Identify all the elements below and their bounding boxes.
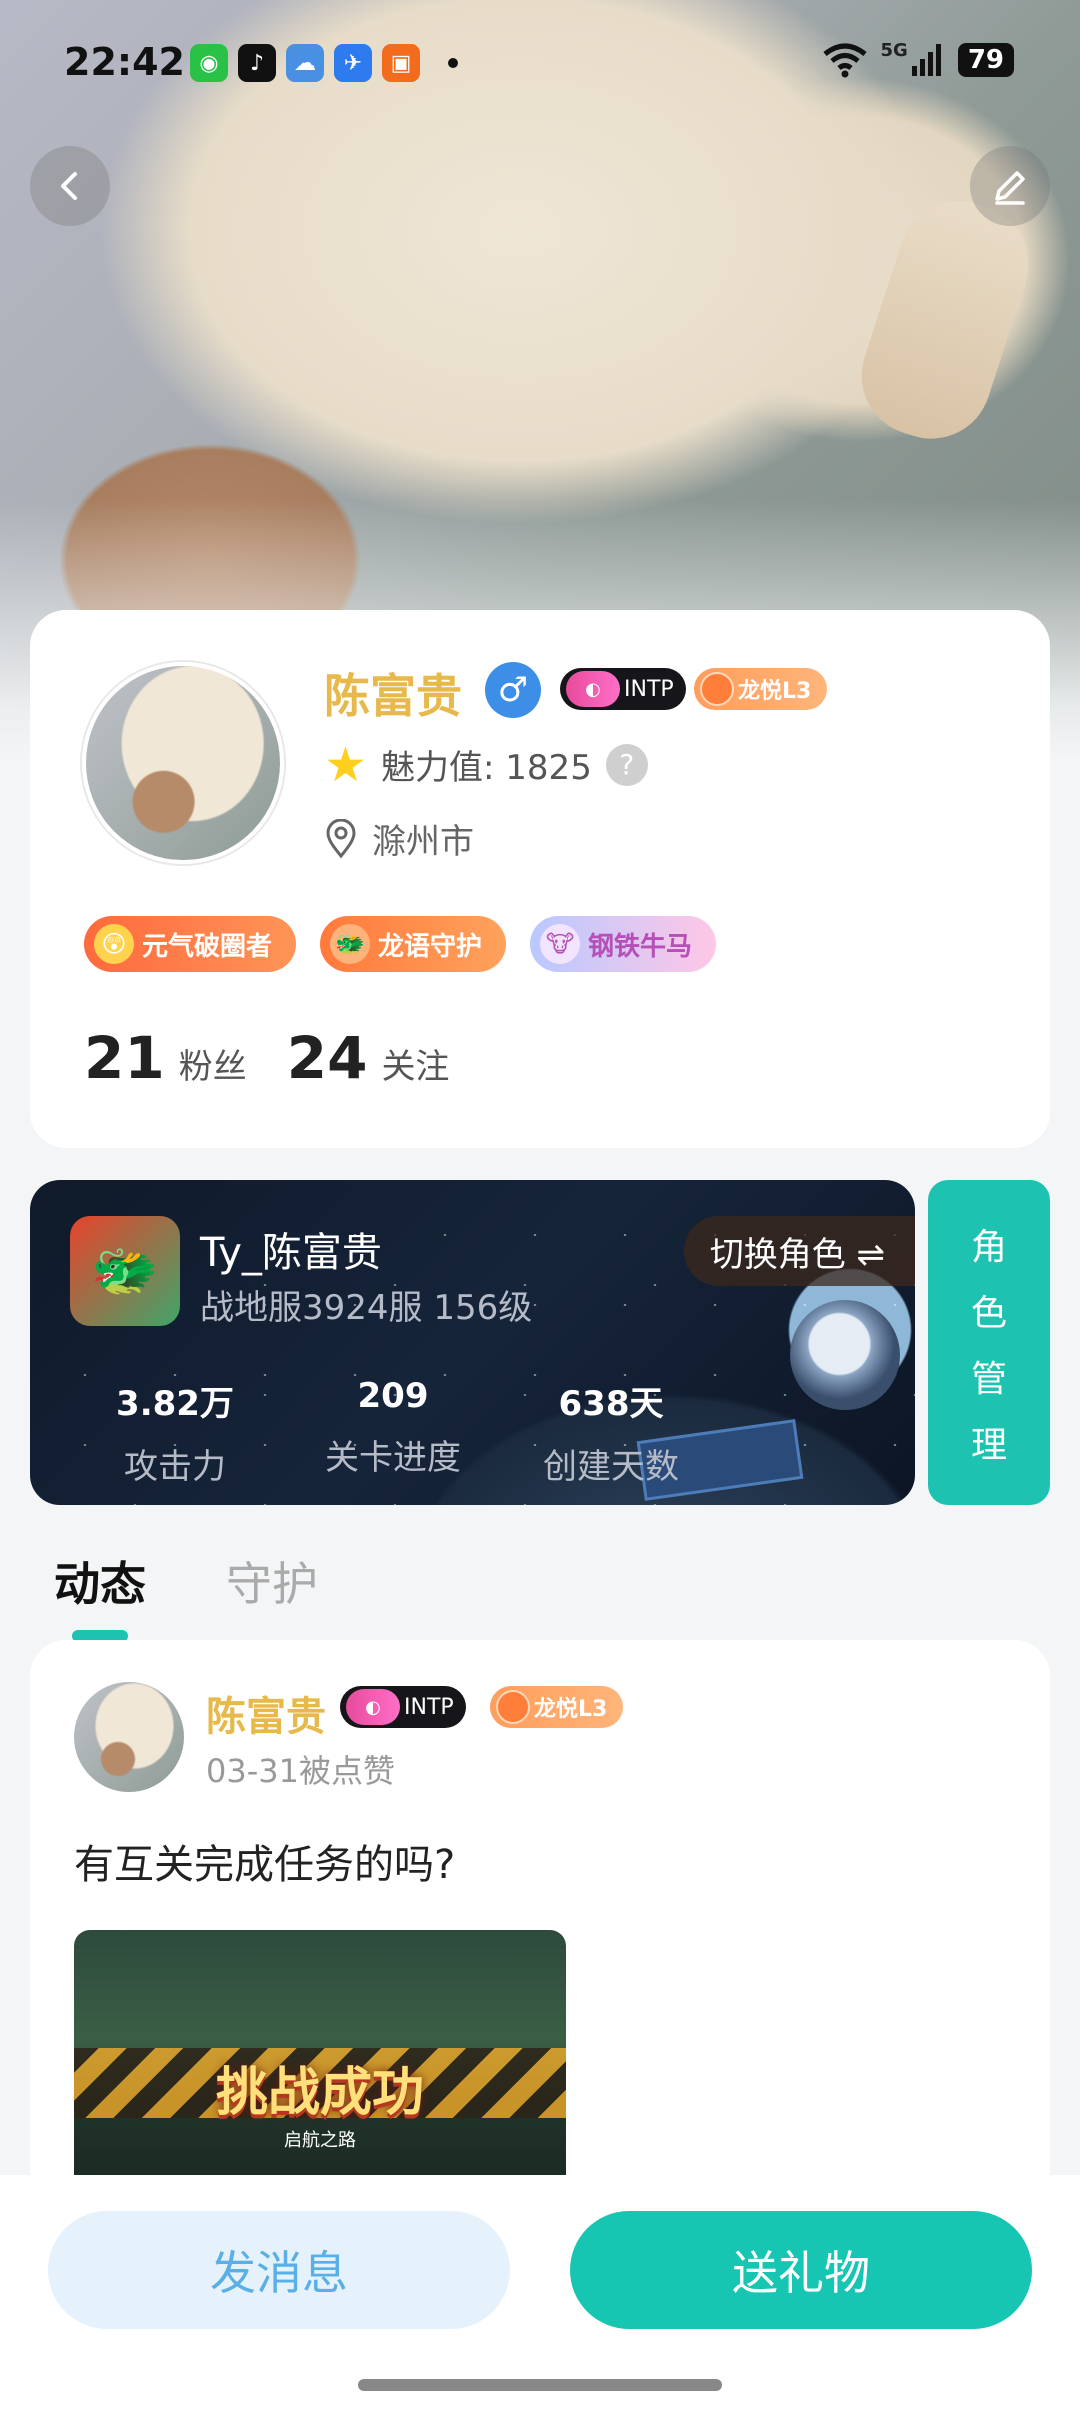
achievement-badges: 😲 元气破圈者 🐲 龙语守护 🐮 钢铁牛马: [84, 916, 717, 972]
role-manage-char: 色: [970, 1292, 1007, 1334]
following-label: 关注: [381, 1047, 450, 1087]
app-icon: ✈: [334, 44, 372, 82]
following-count: 24: [286, 1024, 368, 1092]
role-manage-char: 理: [970, 1424, 1007, 1466]
game-app-icon: 🐲: [70, 1216, 180, 1326]
status-bar: 22:42 ◉ ♪ ☁ ✈ ▣ 5G 79: [0, 0, 1080, 130]
pencil-icon: [995, 171, 1025, 205]
tiktok-icon: ♪: [238, 44, 276, 82]
fans-label: 粉丝: [178, 1047, 247, 1087]
mask-icon: ◐: [346, 1689, 400, 1725]
dragon-level-icon: [496, 1690, 530, 1724]
game-role-card[interactable]: 🐲 Ty_陈富贵 战地服3924服 156级 切换角色 ⇌ 3.82万 攻击力 …: [30, 1180, 915, 1505]
stat-label: 攻击力: [124, 1447, 226, 1487]
charm-value: 魅力值: 1825: [381, 748, 592, 788]
notification-icons: ◉ ♪ ☁ ✈ ▣: [190, 44, 420, 82]
system-indicators: 5G 79: [821, 40, 1014, 80]
badge-label: 钢铁牛马: [588, 931, 693, 962]
tab-guard[interactable]: 守护: [226, 1548, 318, 1614]
badge-longyu[interactable]: 🐲 龙语守护: [320, 916, 507, 972]
fans-count: 21: [84, 1024, 165, 1092]
location-row: 滁州市: [324, 814, 474, 863]
post-image[interactable]: 挑战成功 启航之路: [74, 1930, 566, 2180]
role-manage-char: 角: [970, 1226, 1007, 1268]
role-name: Ty_陈富贵: [200, 1230, 382, 1276]
astronaut-character-art: [790, 1300, 900, 1410]
following-stat[interactable]: 24 关注: [287, 1024, 450, 1092]
mask-icon: ◐: [566, 671, 620, 707]
level-badge[interactable]: 龙悦L3: [694, 668, 828, 710]
attack-stat: 3.82万 攻击力: [66, 1376, 284, 1488]
location-text: 滁州市: [372, 822, 474, 862]
mbti-badge[interactable]: ◐ INTP: [560, 668, 686, 710]
post-image-title: 挑战成功: [215, 2063, 424, 2123]
user-name: 陈富贵: [324, 669, 462, 723]
battery-indicator: 79: [957, 43, 1014, 77]
location-pin-icon: [326, 818, 356, 858]
feed-post[interactable]: 陈富贵 ◐ INTP 龙悦L3 03-31被点赞 有互关完成任务的吗? 挑战成功…: [30, 1640, 1050, 2180]
dragon-level-icon: [700, 672, 734, 706]
post-level-badge: 龙悦L3: [490, 1686, 624, 1728]
stage-progress-stat: 209 关卡进度: [284, 1376, 502, 1488]
send-gift-button[interactable]: 送礼物: [570, 2211, 1032, 2329]
profile-card: 陈富贵 ♂ ◐ INTP 龙悦L3 ★ 魅力值: 1825 ? 滁州市 😲 元气…: [30, 610, 1050, 1148]
days-created-stat: 638天 创建天数: [502, 1376, 720, 1488]
mbti-label: INTP: [404, 1694, 454, 1720]
dragon-icon: 🐲: [330, 924, 371, 964]
edit-profile-button[interactable]: [970, 146, 1050, 226]
post-text: 有互关完成任务的吗?: [74, 1842, 456, 1888]
orange-app-icon: ▣: [382, 44, 420, 82]
level-label: 龙悦L3: [534, 1697, 608, 1722]
send-message-button[interactable]: 发消息: [48, 2211, 510, 2329]
home-indicator[interactable]: [358, 2379, 722, 2391]
badge-label: 龙语守护: [378, 931, 483, 962]
post-author-name: 陈富贵: [206, 1694, 326, 1740]
switch-role-button[interactable]: 切换角色 ⇌: [683, 1216, 915, 1286]
post-mbti-badge: ◐ INTP: [340, 1686, 466, 1728]
role-stats: 3.82万 攻击力 209 关卡进度 638天 创建天数: [66, 1376, 720, 1488]
male-gender-icon: ♂: [485, 662, 541, 718]
role-management-button[interactable]: 角 色 管 理: [928, 1180, 1050, 1505]
content-tabs: 动态 守护: [54, 1548, 318, 1642]
fans-stat[interactable]: 21 粉丝: [84, 1024, 247, 1092]
badge-gangtie[interactable]: 🐮 钢铁牛马: [530, 916, 717, 972]
level-label: 龙悦L3: [738, 679, 812, 704]
surprised-face-icon: 😲: [94, 924, 134, 964]
cover-photo-detail: [846, 185, 1044, 455]
mbti-label: INTP: [624, 676, 674, 702]
charm-row: ★ 魅力值: 1825 ?: [324, 740, 648, 789]
status-time: 22:42: [64, 40, 185, 84]
role-manage-char: 管: [970, 1358, 1007, 1400]
stat-label: 创建天数: [543, 1447, 679, 1487]
avatar[interactable]: [82, 662, 284, 864]
stat-value: 638天: [558, 1384, 664, 1424]
network-type: 5G: [880, 40, 908, 61]
wifi-icon: [822, 43, 867, 78]
bottom-action-bar: 发消息 送礼物: [0, 2175, 1080, 2414]
tab-feed[interactable]: 动态: [54, 1548, 146, 1642]
post-meta: 03-31被点赞: [206, 1752, 395, 1790]
follow-stats: 21 粉丝 24 关注: [84, 1024, 449, 1092]
stat-value: 209: [357, 1376, 429, 1416]
signal-icon: [911, 44, 941, 76]
role-server-level: 战地服3924服 156级: [200, 1288, 533, 1328]
help-icon[interactable]: ?: [605, 743, 648, 786]
stat-value: 3.82万: [116, 1384, 234, 1424]
post-author-avatar[interactable]: [74, 1682, 184, 1792]
cow-icon: 🐮: [540, 924, 581, 964]
badge-label: 元气破圈者: [142, 931, 273, 962]
wechat-icon: ◉: [190, 44, 228, 82]
badge-yuanqi[interactable]: 😲 元气破圈者: [84, 916, 297, 972]
post-image-subtitle: 启航之路: [284, 2130, 356, 2151]
weather-icon: ☁: [286, 44, 324, 82]
more-notifications-dot: [448, 58, 458, 68]
star-icon: ★: [324, 736, 368, 793]
back-button[interactable]: [30, 146, 110, 226]
chevron-left-icon: [61, 172, 77, 200]
stat-label: 关卡进度: [325, 1438, 461, 1478]
